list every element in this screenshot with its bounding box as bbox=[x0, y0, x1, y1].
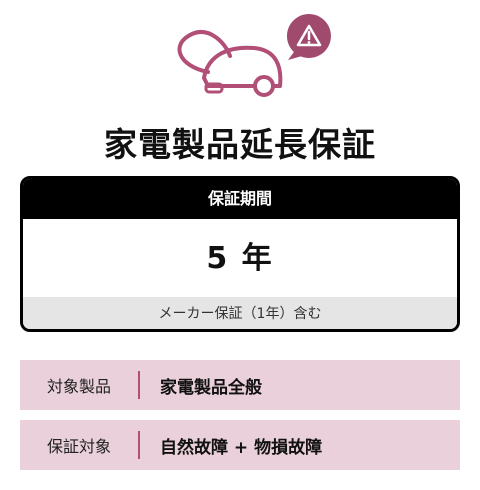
info-label: 対象製品 bbox=[46, 377, 111, 396]
page-title: 家電製品延長保証 bbox=[104, 125, 376, 164]
card-note: メーカー保証（1年）含む bbox=[23, 297, 457, 329]
warranty-period-card: 保証期間 5 年 メーカー保証（1年）含む bbox=[20, 176, 460, 332]
info-value: 自然故障 + 物損故障 bbox=[160, 437, 323, 458]
info-label: 保証対象 bbox=[46, 437, 111, 456]
info-row-coverage: 保証対象 自然故障 + 物損故障 bbox=[20, 420, 460, 470]
vacuum-cleaner-icon bbox=[168, 14, 338, 104]
info-value: 家電製品全般 bbox=[160, 377, 262, 398]
warning-icon bbox=[284, 12, 334, 62]
warranty-period-value: 5 年 bbox=[206, 241, 274, 276]
info-row-target-products: 対象製品 家電製品全般 bbox=[20, 360, 460, 410]
card-header: 保証期間 bbox=[23, 179, 457, 219]
